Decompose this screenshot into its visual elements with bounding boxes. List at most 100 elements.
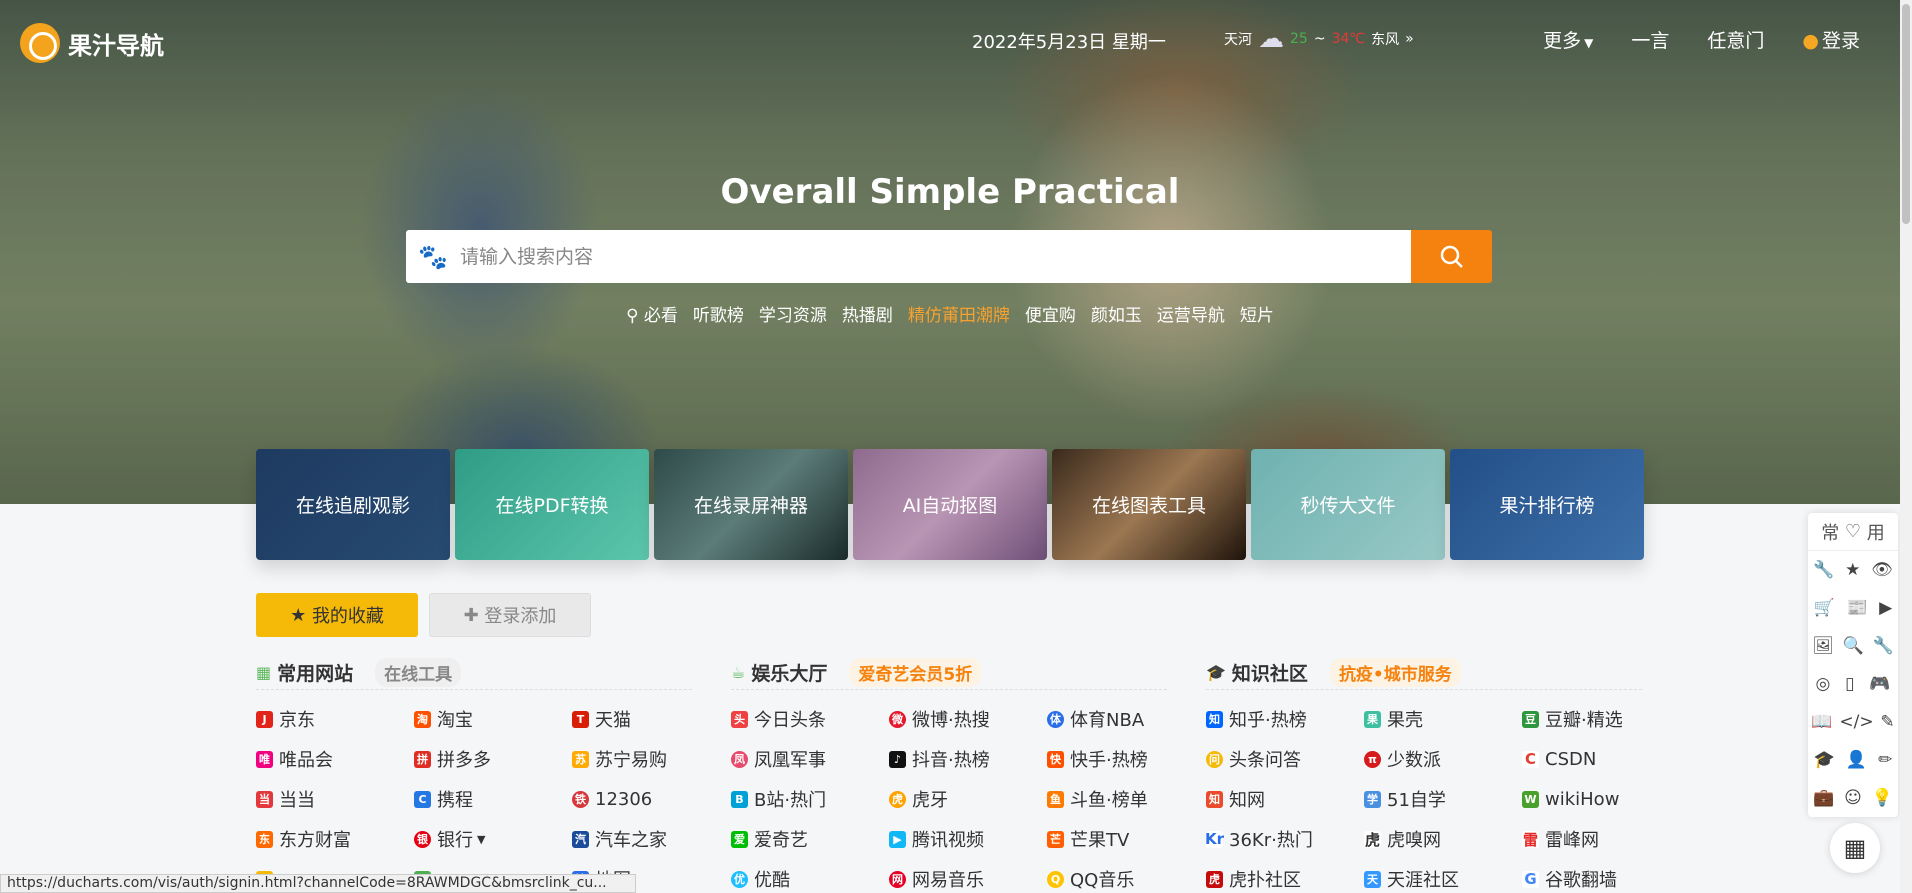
scrollbar-thumb[interactable] xyxy=(1902,4,1910,224)
site-link[interactable]: 体体育NBA xyxy=(1047,699,1167,739)
site-link[interactable]: G 谷歌翻墙 xyxy=(1522,859,1642,893)
star-icon[interactable]: ★ xyxy=(1845,560,1860,580)
feature-card[interactable]: 在线追剧观影 xyxy=(256,449,450,560)
site-link[interactable]: 学 51自学 xyxy=(1364,779,1522,819)
site-link[interactable]: 苏苏宁易购 xyxy=(572,739,692,779)
site-link[interactable]: 虎虎嗅网 xyxy=(1364,819,1522,859)
site-link[interactable]: B B站·热门 xyxy=(731,779,889,819)
page-scrollbar[interactable] xyxy=(1900,0,1912,893)
medkit-icon[interactable]: 💼 xyxy=(1813,788,1834,808)
site-link[interactable]: 淘淘宝 xyxy=(414,699,572,739)
wrench-icon[interactable]: 🔧 xyxy=(1872,636,1893,656)
site-logo[interactable]: 果汁导航 xyxy=(20,23,164,63)
site-link[interactable]: Kr 36Kr·热门 xyxy=(1205,819,1364,859)
weather-widget[interactable]: 天河 ☁ 25 ~ 34℃ 东风 » xyxy=(1224,24,1414,54)
site-link[interactable]: 豆豆瓣·精选 xyxy=(1522,699,1642,739)
feature-card[interactable]: 在线PDF转换 xyxy=(455,449,649,560)
youtube-icon[interactable]: ▶ xyxy=(1879,598,1892,618)
qrcode-button[interactable]: ▦ xyxy=(1830,823,1880,873)
site-link[interactable]: 优优酷 xyxy=(731,859,889,893)
feature-card[interactable]: 秒传大文件 xyxy=(1251,449,1445,560)
site-link[interactable]: 问头条问答 xyxy=(1206,739,1364,779)
site-link[interactable]: Q QQ音乐 xyxy=(1047,859,1167,893)
pencil-icon[interactable]: ✏ xyxy=(1878,750,1892,770)
hot-link-highlight[interactable]: 精仿莆田潮牌 xyxy=(908,301,1010,326)
site-link[interactable]: 唯唯品会 xyxy=(256,739,414,779)
wrench-icon[interactable]: 🔧 xyxy=(1813,560,1834,580)
site-link[interactable]: 拼拼多多 xyxy=(414,739,572,779)
site-link[interactable]: 鱼斗鱼·榜单 xyxy=(1047,779,1167,819)
column-tag[interactable]: 爱奇艺会员5折 xyxy=(849,658,982,687)
feature-card[interactable]: 果汁排行榜 xyxy=(1450,449,1644,560)
column-tag[interactable]: 抗疫•城市服务 xyxy=(1329,658,1461,687)
site-link[interactable]: 微微博·热搜 xyxy=(889,699,1047,739)
nav-random[interactable]: 任意门 xyxy=(1707,26,1764,53)
hot-must-see[interactable]: ⚲ 必看 xyxy=(626,301,678,326)
site-link[interactable]: 雷雷峰网 xyxy=(1522,819,1642,859)
site-link[interactable]: ♪ 抖音·热榜 xyxy=(889,739,1047,779)
site-link[interactable]: 铁 12306 xyxy=(572,779,692,819)
site-link[interactable]: 果果壳 xyxy=(1364,699,1522,739)
hot-link[interactable]: 学习资源 xyxy=(759,301,827,326)
hot-link[interactable]: 听歌榜 xyxy=(693,301,744,326)
site-link-label: 12306 xyxy=(595,788,653,810)
site-link[interactable]: 头今日头条 xyxy=(731,699,889,739)
site-link[interactable]: T 天猫 xyxy=(572,699,692,739)
site-link[interactable]: J 京东 xyxy=(256,699,414,739)
nav-login[interactable]: ● 登录 xyxy=(1802,26,1860,53)
sidebar-title-2: 用 xyxy=(1866,522,1885,544)
nav-more[interactable]: 更多 ▼ xyxy=(1543,26,1593,53)
my-favorites-tab[interactable]: ★ 我的收藏 xyxy=(256,593,418,637)
feature-card[interactable]: AI自动抠图 xyxy=(853,449,1047,560)
baidu-paw-icon[interactable]: 🐾 xyxy=(406,243,460,271)
site-link[interactable]: C 携程 xyxy=(414,779,572,819)
site-link[interactable]: 天天涯社区 xyxy=(1364,859,1522,893)
search-button[interactable] xyxy=(1411,230,1492,283)
site-link[interactable]: 当当当 xyxy=(256,779,414,819)
lightbulb-icon[interactable]: 💡 xyxy=(1872,788,1893,808)
hot-link[interactable]: 运营导航 xyxy=(1157,301,1225,326)
site-link[interactable]: 虎虎扑社区 xyxy=(1206,859,1364,893)
site-link[interactable]: 快快手·热榜 xyxy=(1047,739,1167,779)
feature-card[interactable]: 在线录屏神器 xyxy=(654,449,848,560)
site-link[interactable]: ▶ 腾讯视频 xyxy=(889,819,1047,859)
book-icon[interactable]: 📖 xyxy=(1811,712,1832,732)
newspaper-icon[interactable]: 📰 xyxy=(1846,598,1867,618)
site-link[interactable]: 芒芒果TV xyxy=(1047,819,1167,859)
site-link[interactable]: 汽汽车之家 xyxy=(572,819,692,859)
code-icon[interactable]: </> xyxy=(1839,712,1873,732)
mobile-icon[interactable]: ▯ xyxy=(1845,674,1854,694)
hot-link[interactable]: 热播剧 xyxy=(842,301,893,326)
column-tag[interactable]: 在线工具 xyxy=(375,658,462,687)
login-add-tab[interactable]: ✚ 登录添加 xyxy=(429,593,591,637)
bank-dropdown[interactable]: 银银行 ▼ xyxy=(414,819,572,859)
site-link[interactable]: 东东方财富 xyxy=(256,819,414,859)
lifebuoy-icon[interactable]: ◎ xyxy=(1815,674,1830,694)
site-link[interactable]: 知知网 xyxy=(1206,779,1364,819)
site-link[interactable]: 虎虎牙 xyxy=(889,779,1047,819)
cart-icon[interactable]: 🛒 xyxy=(1814,598,1835,618)
site-link[interactable]: 爱爱奇艺 xyxy=(731,819,889,859)
site-link[interactable]: 知知乎·热榜 xyxy=(1206,699,1364,739)
feature-card[interactable]: 在线图表工具 xyxy=(1052,449,1246,560)
image-icon[interactable]: 🖼 xyxy=(1812,636,1834,656)
graduation-cap-icon[interactable]: 🎓 xyxy=(1814,750,1835,770)
nav-one-word[interactable]: 一言 xyxy=(1631,26,1669,53)
smile-icon[interactable]: ☺ xyxy=(1844,788,1862,808)
hot-link[interactable]: 短片 xyxy=(1240,301,1274,326)
edit-icon[interactable]: ✎ xyxy=(1880,712,1894,732)
hot-link[interactable]: 颜如玉 xyxy=(1091,301,1142,326)
site-link[interactable]: π 少数派 xyxy=(1364,739,1522,779)
user-plus-icon[interactable]: 👤 xyxy=(1846,750,1867,770)
search-icon[interactable]: 🔍 xyxy=(1843,636,1864,656)
search-input[interactable] xyxy=(460,230,1411,283)
gamepad-icon[interactable]: 🎮 xyxy=(1869,674,1890,694)
site-link[interactable]: C CSDN xyxy=(1522,739,1642,779)
weather-more-icon[interactable]: » xyxy=(1405,31,1414,47)
eye-icon[interactable]: 👁 xyxy=(1871,560,1893,580)
site-link[interactable]: WwikiHow xyxy=(1522,779,1642,819)
hot-link[interactable]: 便宜购 xyxy=(1025,301,1076,326)
site-link[interactable]: 凤凤凰军事 xyxy=(731,739,889,779)
site-link[interactable]: 网网易音乐 xyxy=(889,859,1047,893)
site-link-label: 优酷 xyxy=(754,870,790,891)
